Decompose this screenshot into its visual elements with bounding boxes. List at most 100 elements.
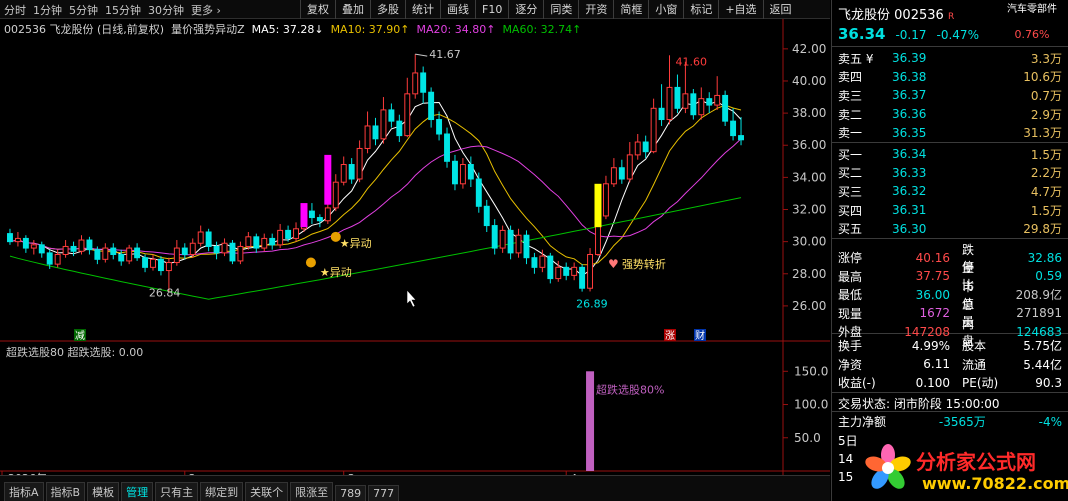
toolbar-button-8[interactable]: 开资 [578,0,613,19]
bid-volume: 1.5万 [1030,147,1062,162]
moneybag-icon [330,231,341,242]
stat-value: 0.100 [915,375,950,390]
bottom-tab-4[interactable]: 只有主 [155,482,199,501]
candle-body [94,249,101,260]
last-price: 36.34 [838,25,886,43]
candle-body [650,107,657,153]
stat-value: 32.86 [1027,250,1062,265]
high2-label: 41.60 [675,55,707,68]
ask-label: 卖五 ¥ [838,51,874,66]
toolbar-button-6[interactable]: 逐分 [508,0,543,19]
period-tab-3[interactable]: 15分钟 [105,2,141,18]
ask-book: 卖五 ¥ 36.39 3.3万 卖四 36.38 10.6万 卖三 36.37 0.7万 卖二 36… [832,47,1068,142]
stat-value: 271891 [1016,306,1062,321]
candle-body [150,258,156,268]
stat-value: 36.00 [915,287,950,302]
ask-label: 卖二 [838,107,863,122]
candle-body [531,257,538,268]
candle-body [165,262,172,272]
price-change: -0.17 [895,28,927,42]
ask-label: 卖三 [838,88,863,103]
candle-body [682,93,689,109]
price-pct: -0.47% [936,28,979,42]
toolbar-button-10[interactable]: 小窗 [648,0,683,19]
toolbar-button-1[interactable]: 叠加 [335,0,370,19]
info-bar: 002536 飞龙股份 (日线,前复权) 量价强势异动Z MA5: 37.28↓… [0,20,790,38]
stat-label: 最高 [838,269,863,284]
period-tab-2[interactable]: 5分钟 [69,2,98,18]
candle-body [730,120,737,137]
indicator-name[interactable]: 量价强势异动Z [171,21,245,37]
ma60-line [9,197,742,300]
candle-body [173,247,180,264]
candle-body [634,141,641,156]
bottom-tab-6[interactable]: 关联个 [245,482,289,501]
bottom-tab-5[interactable]: 绑定到 [200,482,244,501]
candle-body [491,225,498,249]
candle-body [555,266,562,280]
yidong-label-2: ★异动 [320,266,352,279]
signal-bar-magenta [300,203,308,228]
y-tick-label: 40.00 [792,74,826,88]
toolbar-button-2[interactable]: 多股 [370,0,405,19]
bottom-tab-3[interactable]: 管理 [121,482,154,501]
candle-body [706,98,713,106]
candle-body [539,255,546,268]
bid-price: 36.34 [892,147,927,162]
toolbar-button-5[interactable]: F10 [475,0,508,19]
toolbar-button-9[interactable]: 简框 [613,0,648,19]
candle-body [277,229,284,246]
bottom-tabs: 指标A 指标B 模板 管理 只有主 绑定到 关联个 限涨至 789 777 [0,475,830,501]
ask-price: 36.36 [892,107,927,122]
candle-body [364,125,371,149]
period-tab-1[interactable]: 1分钟 [33,2,62,18]
bid-row: 买五 36.30 29.8万 [832,219,1068,238]
badge-cai: 财 [695,329,705,342]
period-tab-5[interactable]: 更多 › [191,2,221,18]
candle-body [380,109,387,140]
candle-body [690,93,697,116]
quote-panel: 飞龙股份 002536 R 汽车零部件 36.34 -0.17 -0.47% 0… [831,0,1068,501]
period-tab-4[interactable]: 30分钟 [148,2,184,18]
candle-body [340,164,347,183]
ma20-label: MA20: 34.80↑ [416,22,496,36]
stat-label: 股本 [962,339,987,354]
candle-body [157,258,164,272]
bottom-tab-9[interactable]: 777 [368,485,400,501]
candle-body [499,229,506,249]
bottom-tab-0[interactable]: 指标A [4,482,44,501]
stat-value: 5.75亿 [1023,339,1062,354]
candle-body [324,207,331,222]
candle-body [459,164,466,185]
toolbar-button-11[interactable]: 标记 [683,0,718,19]
kline-chart[interactable]: 26.00 28.00 30.00 32.00 34.00 36.00 38.00 40.00… [0,0,830,501]
logo-title: 分析家公式网 [916,450,1036,474]
toolbar-button-12[interactable]: +自选 [718,0,762,19]
bottom-tab-2[interactable]: 模板 [87,482,120,501]
stat2-row: 收益(-) 0.100 PE(动) 90.3 [832,373,1068,392]
candle-body [285,229,292,239]
period-tab-0[interactable]: 分时 [4,2,26,18]
trade-status: 交易状态: 闭市阶段 15:00:00 [838,396,1000,411]
bid-price: 36.30 [892,221,927,236]
bottom-tab-8[interactable]: 789 [335,485,367,501]
bid-volume: 4.7万 [1030,184,1062,199]
toolbar-button-0[interactable]: 复权 [300,0,335,19]
toolbar-button-13[interactable]: 返回 [762,0,798,19]
candle-body [332,181,339,209]
y-tick-label: 26.00 [792,299,826,313]
sector-name[interactable]: 汽车零部件 [1002,4,1062,22]
toolbar-button-7[interactable]: 同类 [543,0,578,19]
candle-body [412,72,419,95]
bottom-tab-1[interactable]: 指标B [45,482,86,501]
ask-volume: 2.9万 [1030,107,1062,122]
candle-body [54,253,61,265]
ask-price: 36.35 [892,125,927,140]
stat-label: 流通 [962,357,987,372]
bottom-tab-7[interactable]: 限涨至 [290,482,334,501]
candle-body [428,91,435,121]
bid-row: 买三 36.32 4.7万 [832,182,1068,201]
toolbar-button-3[interactable]: 统计 [405,0,440,19]
candle-body [372,125,379,140]
toolbar-button-4[interactable]: 画线 [440,0,475,19]
